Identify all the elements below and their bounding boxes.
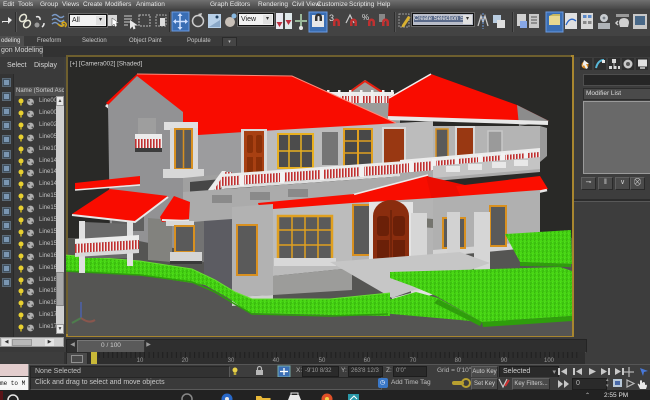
svg-text:[+] [Camera002] [Shaded]: [+] [Camera002] [Shaded] — [70, 61, 143, 68]
svg-text:%: % — [362, 13, 369, 22]
